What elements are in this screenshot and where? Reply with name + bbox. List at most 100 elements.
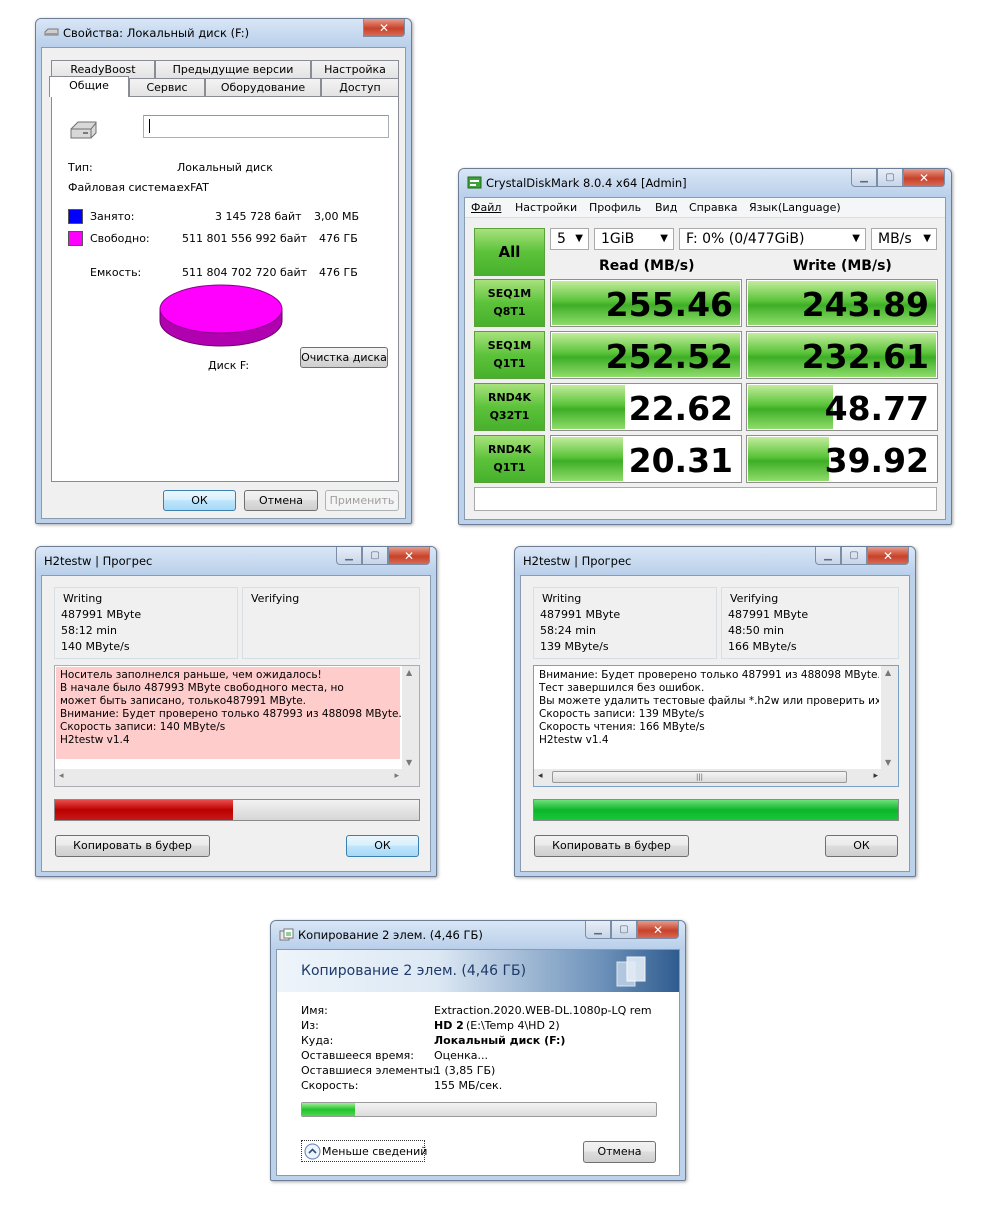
title-bar[interactable]: Свойства: Локальный диск (F:) ✕: [36, 19, 411, 47]
menu-help[interactable]: Справка: [689, 201, 737, 214]
verifying-size: 487991 MByte: [728, 608, 809, 621]
write-result-value: 232.61: [801, 337, 929, 376]
read-result-bar: [552, 385, 625, 429]
volume-label-input[interactable]: [143, 115, 389, 138]
capacity-label: Емкость:: [90, 266, 142, 279]
minimize-button[interactable]: ▁: [336, 547, 362, 565]
test-params: Q8T1: [493, 305, 526, 318]
progress-bar: [54, 799, 420, 821]
window-title: Копирование 2 элем. (4,46 ГБ): [298, 928, 483, 942]
tab-sharing[interactable]: Доступ: [321, 78, 399, 96]
test-button-seq1m-q1t1[interactable]: SEQ1M Q1T1: [474, 331, 545, 379]
log-box[interactable]: Носитель заполнелся раньше, чем ожидалос…: [54, 665, 420, 787]
maximize-button[interactable]: ▢: [362, 547, 388, 565]
menu-language[interactable]: Язык(Language): [749, 201, 841, 214]
count-select[interactable]: 5 ▼: [550, 228, 589, 250]
free-size: 476 ГБ: [319, 232, 358, 245]
all-button[interactable]: All: [474, 228, 545, 276]
unit-select[interactable]: MB/s ▼: [871, 228, 937, 250]
maximize-button[interactable]: ▢: [611, 921, 637, 939]
verifying-label: Verifying: [730, 592, 779, 605]
writing-time: 58:12 min: [61, 624, 117, 637]
size-select[interactable]: 1GiB ▼: [594, 228, 674, 250]
copy-animation-icon: [616, 956, 646, 987]
ok-button[interactable]: ОК: [346, 835, 419, 857]
fs-label: Файловая система:: [68, 181, 180, 194]
maximize-button[interactable]: ▢: [877, 169, 903, 187]
test-params: Q1T1: [493, 461, 526, 474]
tab-hardware[interactable]: Оборудование: [205, 78, 321, 96]
vertical-scrollbar[interactable]: ▲ ▼: [881, 666, 898, 769]
drive-select[interactable]: F: 0% (0/477GiB) ▼: [679, 228, 866, 250]
writing-speed: 140 MByte/s: [61, 640, 130, 653]
minimize-button[interactable]: ▁: [851, 169, 877, 187]
chevron-down-icon: ▼: [575, 233, 583, 244]
verifying-label: Verifying: [251, 592, 300, 605]
horizontal-scrollbar[interactable]: ◂ ||| ▸: [534, 769, 898, 786]
verifying-group: Verifying 487991 MByte 48:50 min 166 MBy…: [721, 587, 899, 659]
disk-cleanup-button[interactable]: Очистка диска: [300, 347, 388, 368]
comment-field[interactable]: [474, 487, 937, 511]
test-button-seq1m-q8t1[interactable]: SEQ1M Q8T1: [474, 279, 545, 327]
minimize-button[interactable]: ▁: [815, 547, 841, 565]
title-bar[interactable]: H2testw | Прогрес ▁ ▢ ✕: [515, 547, 915, 575]
menu-settings[interactable]: Настройки: [515, 201, 577, 214]
write-result-cell: 243.89: [746, 279, 938, 327]
apply-button[interactable]: Применить: [325, 490, 399, 511]
writing-size: 487991 MByte: [540, 608, 621, 621]
writing-label: Writing: [542, 592, 582, 605]
progress-fill: [302, 1103, 356, 1116]
h2testw-window-success: H2testw | Прогрес ▁ ▢ ✕ Writing 487991 M…: [514, 546, 916, 877]
close-button[interactable]: ✕: [637, 921, 679, 939]
ok-button[interactable]: ОК: [163, 490, 236, 511]
write-result-cell: 39.92: [746, 435, 938, 483]
cancel-button[interactable]: Отмена: [244, 490, 318, 511]
close-button[interactable]: ✕: [867, 547, 909, 565]
test-button-rnd4k-q1t1[interactable]: RND4K Q1T1: [474, 435, 545, 483]
window-title: Свойства: Локальный диск (F:): [63, 26, 250, 40]
minimize-button[interactable]: ▁: [585, 921, 611, 939]
close-button[interactable]: ✕: [903, 169, 945, 187]
test-button-rnd4k-q32t1[interactable]: RND4K Q32T1: [474, 383, 545, 431]
maximize-button[interactable]: ▢: [841, 547, 867, 565]
items-remaining-value: 1 (3,85 ГБ): [434, 1064, 496, 1077]
copy-progress-window: Копирование 2 элем. (4,46 ГБ) ▁ ▢ ✕ Копи…: [270, 920, 686, 1181]
title-bar[interactable]: CrystalDiskMark 8.0.4 x64 [Admin] ▁ ▢ ✕: [459, 169, 951, 197]
read-result-cell: 22.62: [550, 383, 742, 431]
from-label: Из:: [301, 1019, 319, 1032]
menu-file[interactable]: Файл: [471, 201, 501, 214]
horizontal-scrollbar[interactable]: ◂ ▸: [55, 769, 419, 786]
window-title: CrystalDiskMark 8.0.4 x64 [Admin]: [486, 176, 687, 190]
chevron-down-icon: ▼: [852, 233, 860, 244]
title-bar[interactable]: Копирование 2 элем. (4,46 ГБ) ▁ ▢ ✕: [271, 921, 685, 949]
tab-general[interactable]: Общие: [49, 76, 129, 97]
menu-profile[interactable]: Профиль: [589, 201, 641, 214]
log-box[interactable]: Внимание: Будет проверено только 487991 …: [533, 665, 899, 787]
writing-label: Writing: [63, 592, 103, 605]
cancel-button[interactable]: Отмена: [583, 1141, 656, 1163]
scroll-thumb[interactable]: |||: [552, 771, 847, 783]
disk-usage-pie: [159, 284, 283, 347]
read-result-value: 255.46: [605, 285, 733, 324]
chevron-down-icon: ▼: [923, 233, 931, 244]
ok-button[interactable]: ОК: [825, 835, 898, 857]
name-label: Имя:: [301, 1004, 328, 1017]
read-result-cell: 255.46: [550, 279, 742, 327]
tab-previous-versions[interactable]: Предыдущие версии: [155, 60, 311, 78]
to-label: Куда:: [301, 1034, 334, 1047]
less-details-toggle[interactable]: Меньше сведений: [301, 1140, 427, 1162]
copy-to-clipboard-button[interactable]: Копировать в буфер: [55, 835, 210, 857]
close-button[interactable]: ✕: [388, 547, 430, 565]
writing-group: Writing 487991 MByte 58:24 min 139 MByte…: [533, 587, 717, 659]
tab-service[interactable]: Сервис: [129, 78, 205, 96]
free-label: Свободно:: [90, 232, 150, 245]
disk-label: Диск F:: [208, 359, 250, 372]
copy-to-clipboard-button[interactable]: Копировать в буфер: [534, 835, 689, 857]
title-bar[interactable]: H2testw | Прогрес ▁ ▢ ✕: [36, 547, 436, 575]
write-result-value: 48.77: [824, 389, 929, 428]
menu-view[interactable]: Вид: [655, 201, 677, 214]
test-name: RND4K: [488, 443, 531, 456]
tab-customize[interactable]: Настройка: [311, 60, 399, 78]
vertical-scrollbar[interactable]: ▲ ▼: [402, 666, 419, 769]
close-button[interactable]: ✕: [363, 19, 405, 37]
